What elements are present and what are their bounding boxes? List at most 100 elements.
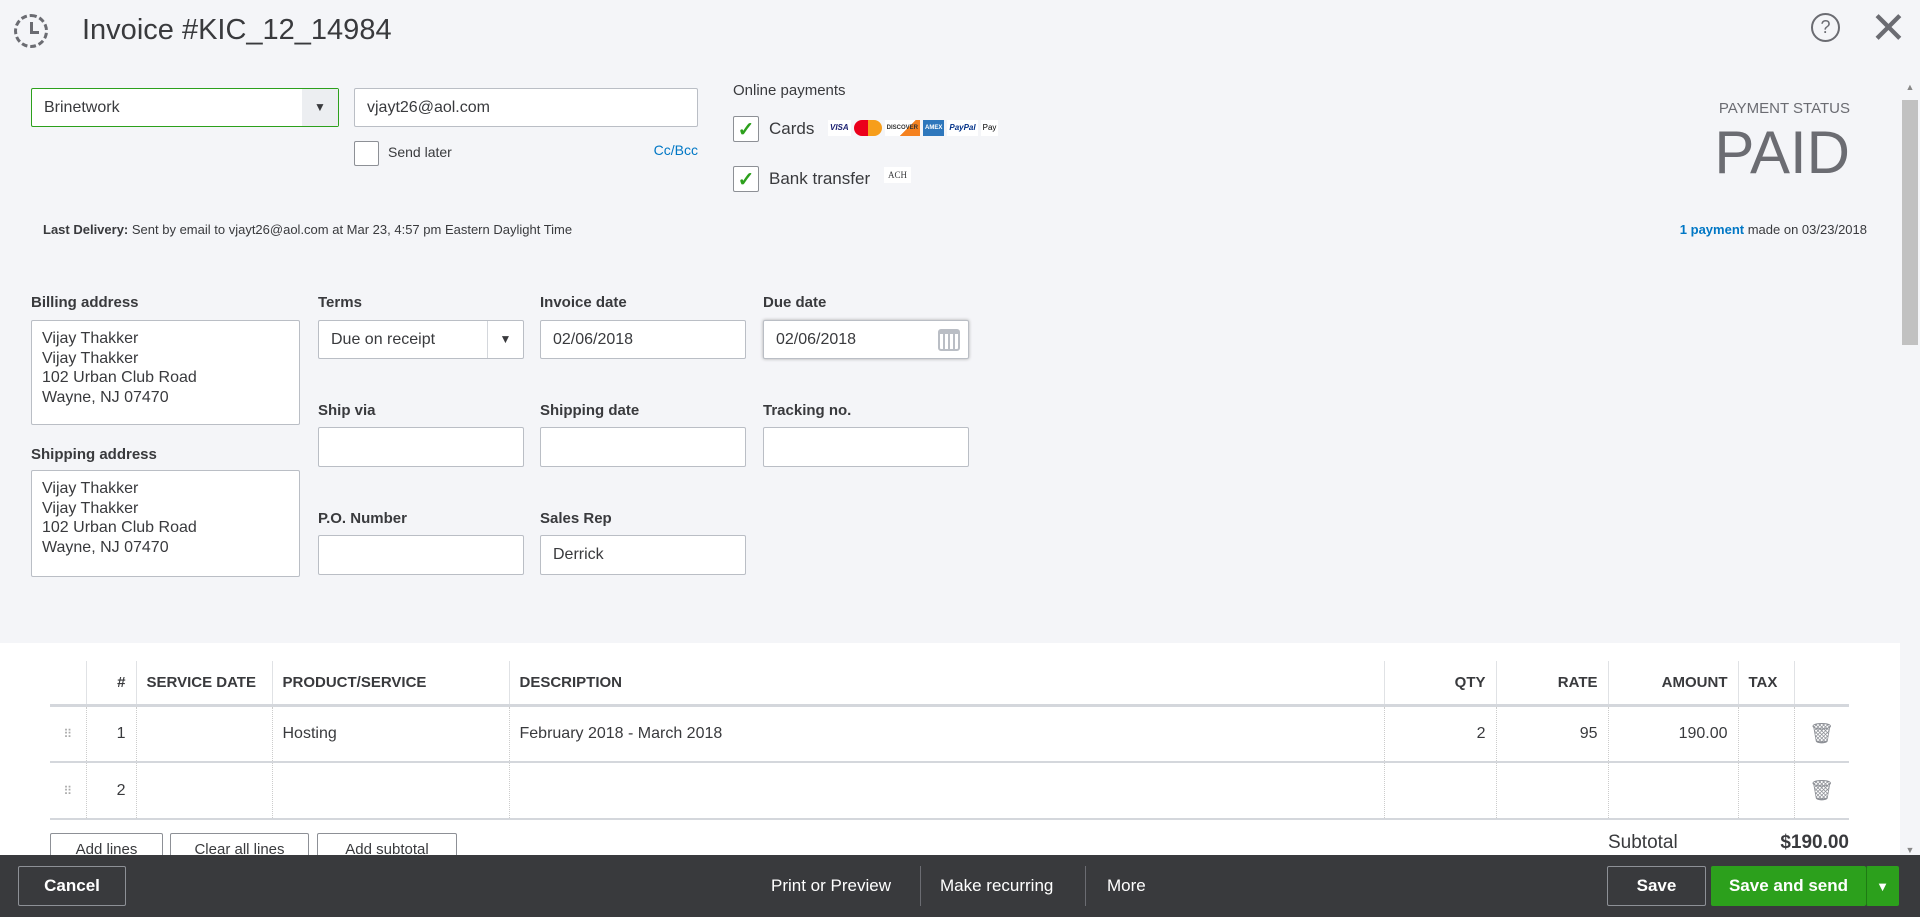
bank-transfer-checkbox[interactable]: ✓ [733,166,759,192]
card-brand-icons: VISA DISCOVER AMEX PayPal Pay [828,119,1001,137]
service-date-cell[interactable] [135,705,272,763]
due-date-input[interactable]: 02/06/2018 [763,320,969,359]
last-delivery: Last Delivery: Sent by email to vjayt26@… [43,222,572,237]
address-line: Vijay Thakker [42,499,139,517]
save-button[interactable]: Save [1607,866,1706,906]
divider [1085,866,1086,906]
recent-transactions-icon[interactable] [14,14,48,48]
col-number: # [85,661,136,707]
apple-pay-icon: Pay [980,120,999,137]
col-product: PRODUCT/SERVICE [271,661,509,707]
qty-cell[interactable] [1383,762,1496,820]
col-rate: RATE [1495,661,1608,707]
tracking-label: Tracking no. [763,402,852,419]
trash-icon[interactable]: 🗑 [1793,705,1849,763]
address-line: Wayne, NJ 07470 [42,388,169,406]
col-amount: AMOUNT [1607,661,1738,707]
cards-label: Cards [769,119,815,138]
customer-select[interactable]: Brinetwork ▼ [31,88,339,127]
col-service-date: SERVICE DATE [135,661,272,707]
payments-link[interactable]: 1 payment [1680,222,1744,237]
chevron-down-icon[interactable]: ▼ [302,89,338,126]
address-line: Vijay Thakker [42,330,139,347]
ship-via-label: Ship via [318,402,376,419]
ship-via-input[interactable] [318,427,524,467]
sales-rep-label: Sales Rep [540,510,612,527]
col-tax: TAX [1737,661,1794,707]
payment-date: made on 03/23/2018 [1744,222,1867,237]
billing-address-input[interactable]: Vijay Thakker Vijay Thakker 102 Urban Club… [31,320,300,425]
drag-handle-icon[interactable]: ⠿ [50,705,86,763]
description-cell[interactable]: February 2018 - March 2018 [508,705,1384,763]
rate-cell[interactable]: 95 [1495,705,1608,763]
customer-value: Brinetwork [44,98,120,116]
tax-cell[interactable] [1737,762,1794,820]
service-date-cell[interactable] [135,762,272,820]
col-qty: QTY [1383,661,1496,707]
address-line: Wayne, NJ 07470 [42,538,169,556]
terms-label: Terms [318,294,362,311]
send-later-label: Send later [388,144,452,160]
email-input[interactable]: vjayt26@aol.com [354,88,698,127]
shipping-date-input[interactable] [540,427,746,467]
page-title: Invoice #KIC_12_14984 [82,14,392,46]
payment-status-value: PAID [1714,119,1850,186]
bank-transfer-label: Bank transfer [769,169,871,188]
tax-cell[interactable] [1737,705,1794,763]
scroll-down-icon[interactable]: ▼ [1900,845,1920,855]
invoice-date-input[interactable]: 02/06/2018 [540,320,746,359]
print-preview-button[interactable]: Print or Preview [771,855,891,917]
product-cell[interactable] [271,762,509,820]
shipping-address-label: Shipping address [31,446,157,463]
drag-handle-icon[interactable]: ⠿ [50,762,86,820]
table-header: # SERVICE DATE PRODUCT/SERVICE DESCRIPTI… [50,661,1849,707]
calendar-icon[interactable] [938,329,960,351]
row-number: 2 [85,762,136,820]
subtotal-label: Subtotal [1608,832,1678,853]
shipping-address-input[interactable]: Vijay Thakker Vijay Thakker 102 Urban Club… [31,470,300,577]
save-options-dropdown[interactable]: ▼ [1866,866,1899,906]
cancel-button[interactable]: Cancel [18,866,126,906]
footer-bar: Cancel Print or Preview Make recurring M… [0,855,1920,917]
scroll-up-icon[interactable]: ▲ [1900,82,1920,100]
amount-cell[interactable] [1607,762,1738,820]
more-button[interactable]: More [1107,855,1146,917]
divider [920,866,921,906]
chevron-down-icon[interactable]: ▼ [487,321,523,358]
scrollbar-thumb[interactable] [1902,100,1918,345]
qty-cell[interactable]: 2 [1383,705,1496,763]
subtotal-value: $190.00 [1780,832,1849,853]
product-cell[interactable]: Hosting [271,705,509,763]
discover-icon: DISCOVER [884,120,921,137]
table-row[interactable]: ⠿ 1 Hosting February 2018 - March 2018 2… [50,705,1849,763]
terms-value: Due on receipt [331,330,436,348]
ach-icon: ACH [884,167,912,183]
send-later-checkbox[interactable] [354,141,379,166]
tracking-input[interactable] [763,427,969,467]
line-items-table: # SERVICE DATE PRODUCT/SERVICE DESCRIPTI… [50,661,1849,820]
table-row[interactable]: ⠿ 2 🗑 [50,762,1849,820]
close-icon[interactable]: ✕ [1870,4,1907,54]
mastercard-icon [853,120,882,137]
trash-icon[interactable]: 🗑 [1793,762,1849,820]
po-number-input[interactable] [318,535,524,575]
scrollbar[interactable]: ▲ ▼ [1900,82,1920,855]
visa-icon: VISA [828,120,851,137]
amount-cell[interactable]: 190.00 [1607,705,1738,763]
help-icon[interactable]: ? [1811,13,1840,42]
rate-cell[interactable] [1495,762,1608,820]
cc-bcc-link[interactable]: Cc/Bcc [654,142,698,158]
cards-checkbox[interactable]: ✓ [733,116,759,142]
make-recurring-button[interactable]: Make recurring [940,855,1053,917]
shipping-date-label: Shipping date [540,402,640,419]
save-and-send-button[interactable]: Save and send [1711,866,1866,906]
sales-rep-input[interactable]: Derrick [540,535,746,575]
description-cell[interactable] [508,762,1384,820]
chevron-down-icon: ▼ [1876,878,1889,894]
terms-select[interactable]: Due on receipt ▼ [318,320,524,359]
billing-address-label: Billing address [31,294,139,311]
amex-icon: AMEX [923,120,945,137]
address-line: Vijay Thakker [42,349,139,367]
col-description: DESCRIPTION [508,661,1384,707]
address-line: Vijay Thakker [42,480,139,497]
